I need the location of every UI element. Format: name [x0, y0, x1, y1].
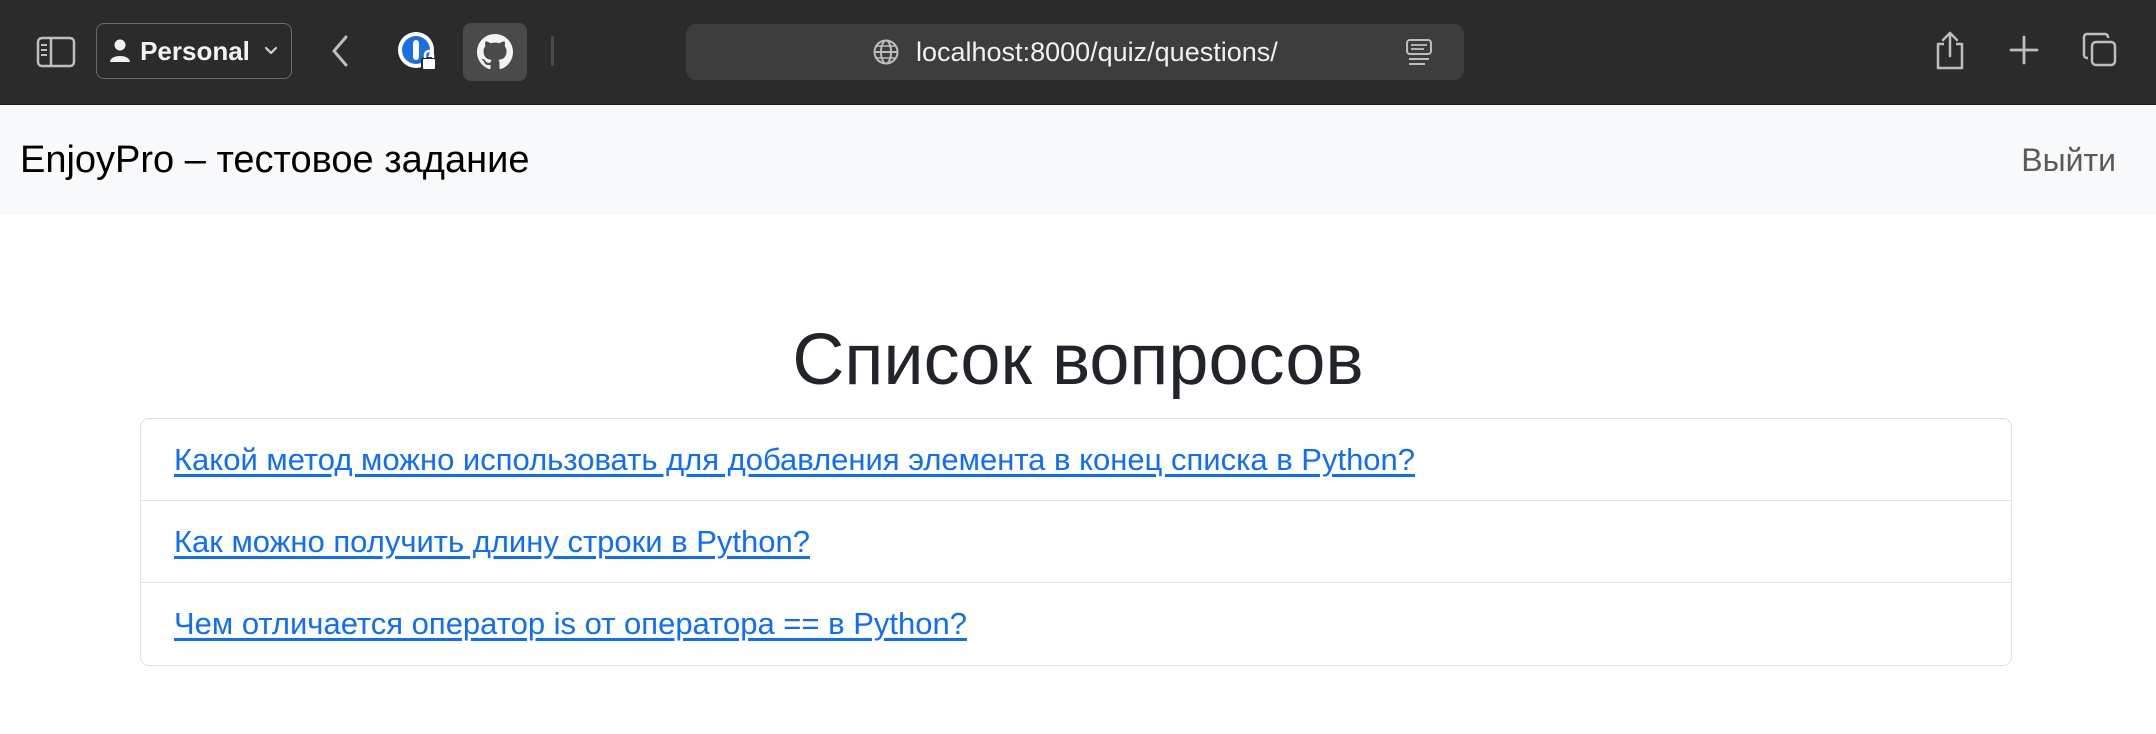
site-brand-link[interactable]: EnjoyPro – тестовое задание — [20, 105, 529, 215]
sidebar-toggle-button[interactable] — [36, 33, 76, 71]
question-link[interactable]: Какой метод можно использовать для добав… — [174, 442, 1415, 478]
sidebar-icon — [36, 36, 76, 68]
toolbar-divider — [551, 36, 554, 66]
questions-list: Какой метод можно использовать для добав… — [140, 418, 2012, 666]
github-extension-button[interactable] — [463, 23, 527, 81]
browser-toolbar: Personal localhost:8000/quiz/questions/ — [0, 0, 2156, 105]
page-title: Список вопросов — [792, 320, 1364, 400]
share-icon — [1936, 31, 1964, 70]
profile-label: Personal — [140, 35, 250, 66]
share-button[interactable] — [1932, 28, 1968, 72]
list-item: Чем отличается оператор is от оператора … — [141, 583, 2011, 665]
logout-link[interactable]: Выйти — [2021, 105, 2116, 215]
onepassword-extension-button[interactable] — [396, 30, 440, 74]
list-item: Какой метод можно использовать для добав… — [141, 419, 2011, 501]
plus-icon — [2009, 35, 2039, 65]
profile-button[interactable]: Personal — [96, 23, 292, 79]
onepassword-icon — [398, 32, 437, 71]
url-text[interactable]: localhost:8000/quiz/questions/ — [916, 24, 1278, 80]
person-icon — [110, 39, 131, 62]
question-link[interactable]: Чем отличается оператор is от оператора … — [174, 606, 967, 642]
back-button[interactable] — [322, 30, 358, 72]
site-navbar: EnjoyPro – тестовое задание Выйти — [0, 105, 2156, 215]
new-tab-button[interactable] — [2004, 30, 2044, 70]
tabs-overview-icon — [2082, 32, 2117, 67]
tab-overview-button[interactable] — [2080, 30, 2120, 70]
reader-icon[interactable] — [1404, 38, 1434, 66]
list-item: Как можно получить длину строки в Python… — [141, 501, 2011, 583]
github-icon — [477, 34, 513, 70]
back-icon — [332, 35, 348, 67]
globe-icon — [873, 39, 899, 65]
address-bar[interactable]: localhost:8000/quiz/questions/ — [686, 24, 1464, 80]
question-link[interactable]: Как можно получить длину строки в Python… — [174, 524, 810, 560]
chevron-down-icon — [264, 46, 278, 55]
